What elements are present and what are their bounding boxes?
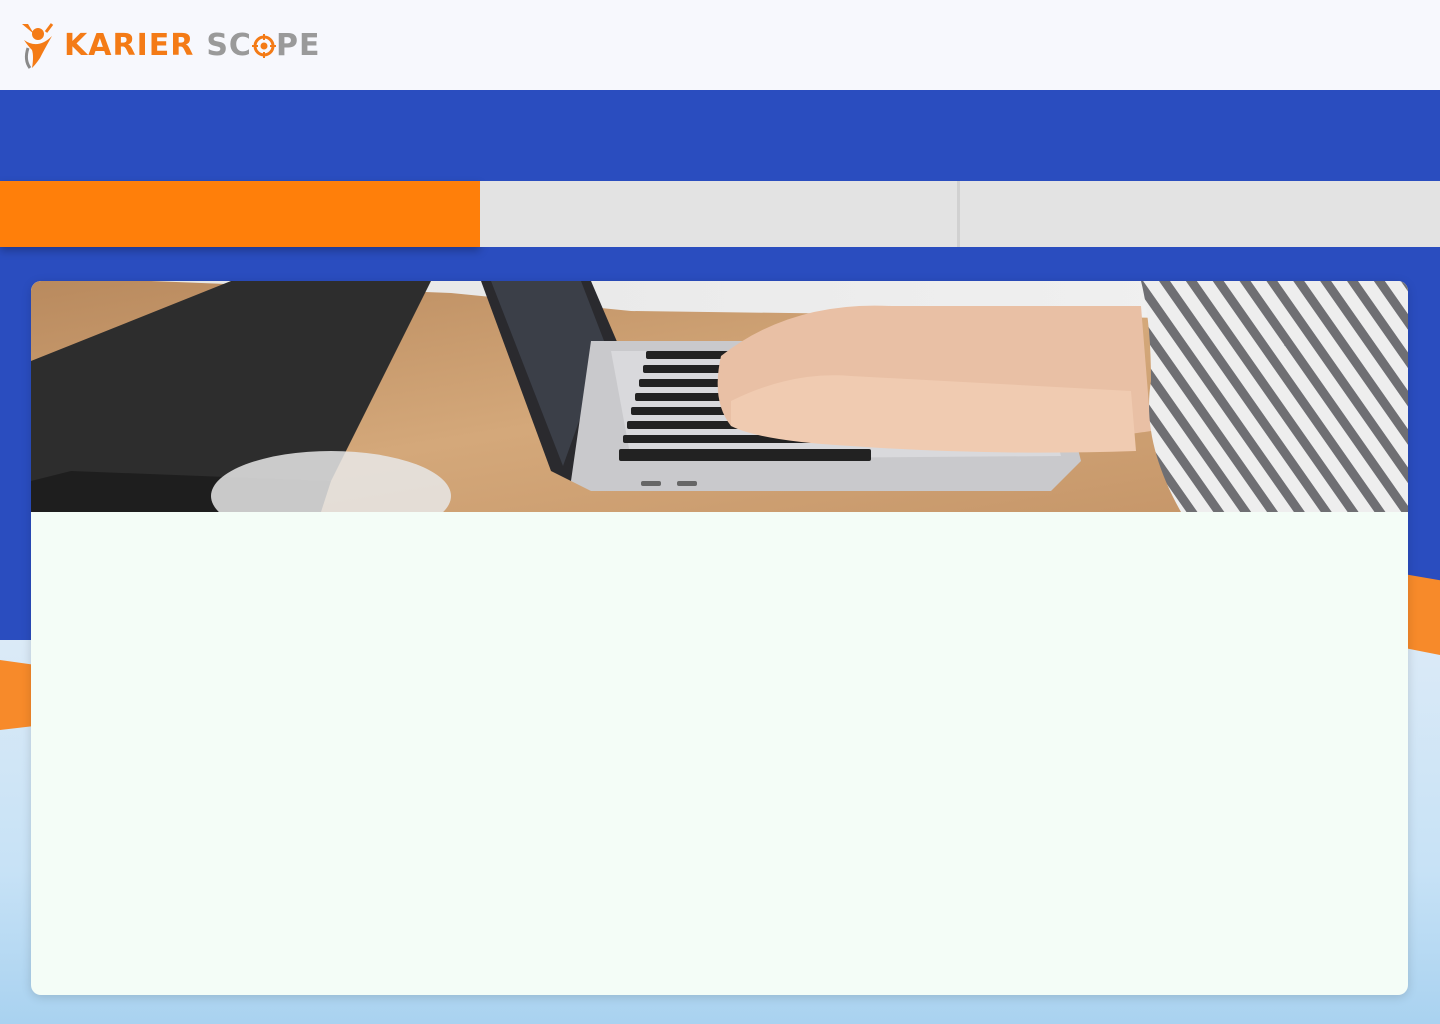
content-card — [31, 281, 1408, 995]
person-target-logo-icon — [22, 23, 54, 69]
tab-1[interactable] — [0, 181, 480, 247]
tab-3[interactable] — [960, 181, 1440, 247]
brand-logo[interactable]: KARIER SC PE — [18, 20, 320, 70]
target-icon — [251, 33, 276, 58]
laptop-typing-photo — [31, 281, 1408, 512]
tab-2[interactable] — [480, 181, 960, 247]
tab-bar — [0, 181, 1440, 247]
top-header: KARIER SC PE — [0, 0, 1440, 90]
brand-name-karier: KARIER — [64, 27, 195, 63]
brand-name-scope-start: SC — [206, 27, 252, 63]
brand-name-scope: SC PE — [206, 28, 320, 63]
brand-name-scope-end: PE — [275, 27, 321, 63]
brand-name: KARIER SC PE — [64, 28, 320, 63]
